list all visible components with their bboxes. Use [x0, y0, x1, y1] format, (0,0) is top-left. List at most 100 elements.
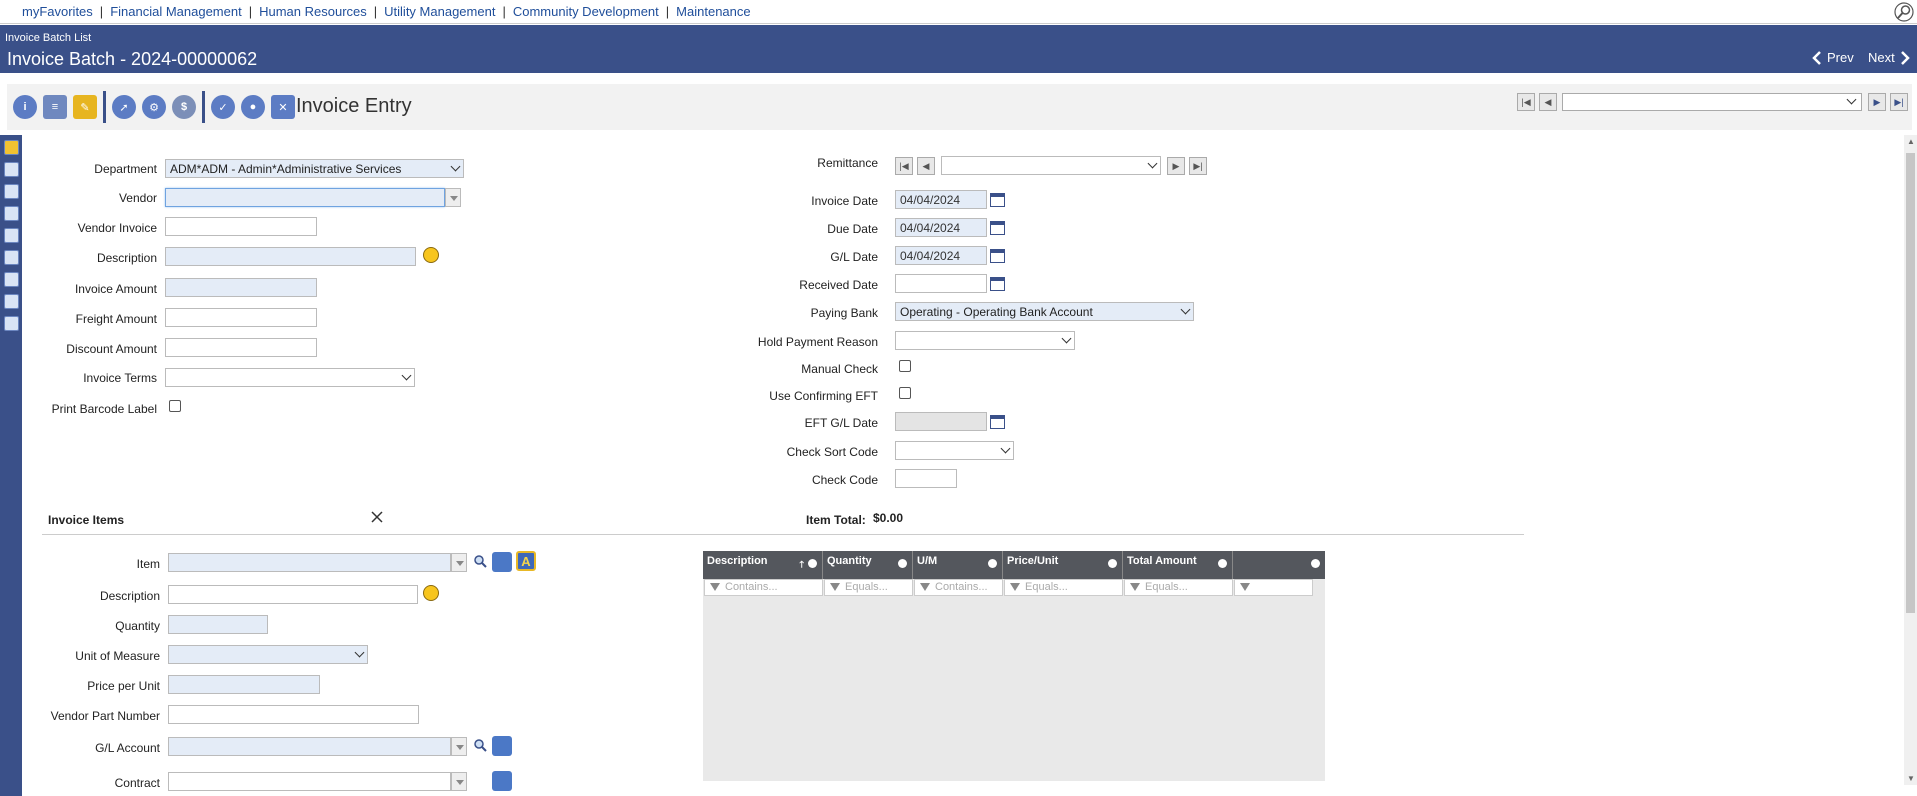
- first-record-icon[interactable]: |◀: [1517, 93, 1535, 111]
- spell-check-icon[interactable]: [423, 247, 439, 263]
- item-dropdown-button[interactable]: [451, 553, 467, 572]
- vendor-input[interactable]: [165, 188, 445, 207]
- gl-account-input[interactable]: [168, 737, 451, 756]
- globe-icon[interactable]: [4, 206, 19, 221]
- scrollbar-thumb[interactable]: [1906, 153, 1915, 613]
- next-button[interactable]: Next: [1868, 50, 1911, 65]
- use-confirming-eft-checkbox[interactable]: [899, 387, 911, 399]
- gl-date-input[interactable]: [895, 246, 987, 265]
- filter-price-unit[interactable]: Equals...: [1004, 579, 1123, 596]
- nav-link-financial-management[interactable]: Financial Management: [110, 4, 242, 19]
- hold-payment-reason-select[interactable]: [895, 331, 1075, 350]
- filter-actions[interactable]: [1234, 579, 1313, 596]
- gear-icon[interactable]: [808, 559, 817, 568]
- manual-check-checkbox[interactable]: [899, 360, 911, 372]
- column-header-actions[interactable]: [1233, 551, 1325, 579]
- gl-account-dropdown-button[interactable]: [451, 737, 467, 756]
- calendar-icon[interactable]: [990, 415, 1005, 429]
- document-icon[interactable]: [4, 272, 19, 287]
- dollar-icon[interactable]: $: [172, 95, 196, 119]
- vertical-scrollbar[interactable]: ▲ ▼: [1904, 135, 1917, 785]
- discount-amount-input[interactable]: [165, 338, 317, 357]
- edit-icon[interactable]: ✎: [73, 95, 97, 119]
- nav-link-myfavorites[interactable]: myFavorites: [22, 4, 93, 19]
- globe-icon[interactable]: ●: [241, 95, 265, 119]
- nav-link-utility-management[interactable]: Utility Management: [384, 4, 495, 19]
- next-remittance-icon[interactable]: ▶: [1167, 157, 1185, 175]
- freight-amount-input[interactable]: [165, 308, 317, 327]
- breadcrumb[interactable]: Invoice Batch List: [5, 32, 91, 44]
- nav-link-community-development[interactable]: Community Development: [513, 4, 659, 19]
- vendor-invoice-input[interactable]: [165, 217, 317, 236]
- print-barcode-checkbox[interactable]: [169, 400, 181, 412]
- gear-icon[interactable]: [1311, 559, 1320, 568]
- first-remittance-icon[interactable]: |◀: [895, 157, 913, 175]
- calendar-icon[interactable]: [990, 249, 1005, 263]
- forward-icon[interactable]: ➚: [112, 95, 136, 119]
- list-icon[interactable]: [4, 162, 19, 177]
- remittance-select[interactable]: [941, 156, 1161, 175]
- settings-icon[interactable]: ⚙: [142, 95, 166, 119]
- column-header-quantity[interactable]: Quantity: [823, 551, 913, 579]
- info-icon[interactable]: i: [13, 95, 37, 119]
- gear-icon[interactable]: [1108, 559, 1117, 568]
- last-record-icon[interactable]: ▶|: [1890, 93, 1908, 111]
- invoice-date-input[interactable]: [895, 190, 987, 209]
- column-header-price-unit[interactable]: Price/Unit: [1003, 551, 1123, 579]
- approve-icon[interactable]: ✓: [211, 95, 235, 119]
- quantity-input[interactable]: [168, 615, 268, 634]
- previous-remittance-icon[interactable]: ◀: [917, 157, 935, 175]
- prev-button[interactable]: Prev: [1811, 50, 1854, 65]
- refresh-icon[interactable]: [4, 184, 19, 199]
- calendar-icon[interactable]: [990, 277, 1005, 291]
- close-icon[interactable]: [370, 510, 384, 524]
- spell-check-icon[interactable]: [423, 585, 439, 601]
- notes-icon[interactable]: [4, 316, 19, 331]
- previous-record-icon[interactable]: ◀: [1539, 93, 1557, 111]
- item-input[interactable]: [168, 553, 451, 572]
- filter-description[interactable]: Contains...: [704, 579, 823, 596]
- search-icon[interactable]: [1893, 1, 1915, 23]
- approve-icon[interactable]: [4, 228, 19, 243]
- paying-bank-select[interactable]: Operating - Operating Bank Account: [895, 302, 1194, 321]
- account-lookup-icon[interactable]: [492, 736, 512, 756]
- vendor-dropdown-button[interactable]: [445, 188, 461, 207]
- contract-dropdown-button[interactable]: [451, 772, 467, 791]
- calendar-icon[interactable]: [990, 221, 1005, 235]
- scroll-up-icon[interactable]: ▲: [1907, 137, 1915, 146]
- filter-quantity[interactable]: Equals...: [824, 579, 913, 596]
- contract-input[interactable]: [168, 772, 451, 791]
- vendor-part-number-input[interactable]: [168, 705, 419, 724]
- attachment-icon[interactable]: [4, 250, 19, 265]
- sort-ascending-icon[interactable]: 🡑: [799, 557, 804, 573]
- eft-gl-date-input[interactable]: [895, 412, 987, 431]
- check-code-input[interactable]: [895, 469, 957, 488]
- gear-icon[interactable]: [988, 559, 997, 568]
- list-icon[interactable]: ≡: [43, 95, 67, 119]
- received-date-input[interactable]: [895, 274, 987, 293]
- edit-icon[interactable]: [4, 140, 19, 155]
- item-description-input[interactable]: [168, 585, 418, 604]
- gear-icon[interactable]: [898, 559, 907, 568]
- unit-of-measure-select[interactable]: [168, 645, 368, 664]
- filter-total-amount[interactable]: Equals...: [1124, 579, 1233, 596]
- search-icon[interactable]: [473, 738, 487, 752]
- search-icon[interactable]: [473, 554, 487, 568]
- invoice-amount-input[interactable]: [165, 278, 317, 297]
- attachment-icon[interactable]: ✕: [271, 95, 295, 119]
- last-remittance-icon[interactable]: ▶|: [1189, 157, 1207, 175]
- nav-link-maintenance[interactable]: Maintenance: [676, 4, 750, 19]
- check-sort-code-select[interactable]: [895, 441, 1014, 460]
- column-header-description[interactable]: Description 🡑: [703, 551, 823, 579]
- price-per-unit-input[interactable]: [168, 675, 320, 694]
- description-input[interactable]: [165, 247, 416, 266]
- department-select[interactable]: ADM*ADM - Admin*Administrative Services: [165, 159, 464, 178]
- next-record-icon[interactable]: ▶: [1868, 93, 1886, 111]
- column-header-um[interactable]: U/M: [913, 551, 1003, 579]
- due-date-input[interactable]: [895, 218, 987, 237]
- text-format-icon[interactable]: A: [516, 551, 536, 571]
- record-select[interactable]: [1562, 93, 1862, 111]
- filter-um[interactable]: Contains...: [914, 579, 1003, 596]
- column-header-total-amount[interactable]: Total Amount: [1123, 551, 1233, 579]
- lookup-icon[interactable]: [492, 552, 512, 572]
